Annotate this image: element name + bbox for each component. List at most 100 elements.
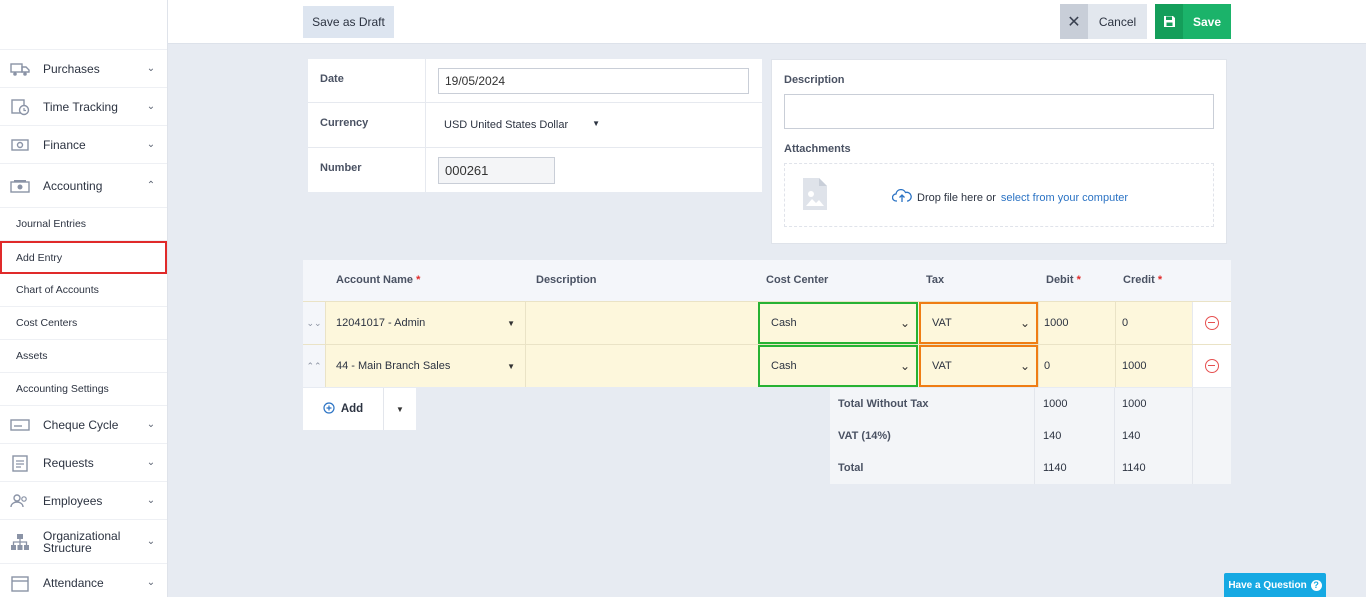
description-panel: Description Attachments Drop file here o… [771, 59, 1227, 244]
caret-down-icon: ▼ [507, 318, 515, 328]
row-description-input[interactable] [525, 302, 758, 344]
sidebar-subitem-journal-entries[interactable]: Journal Entries [0, 208, 167, 241]
cheque-icon [10, 416, 30, 434]
truck-icon [10, 60, 30, 78]
total-debit: 140 [1043, 430, 1062, 442]
number-label: Number [308, 148, 426, 192]
chevron-down-icon: ⌄ [146, 139, 156, 150]
chevron-down-icon: ⌄ [146, 101, 156, 112]
top-toolbar: Save as Draft ✕ Cancel Save [168, 0, 1366, 44]
account-select[interactable]: 12041017 - Admin ▼ [325, 302, 525, 344]
add-options-dropdown[interactable]: ▼ [384, 388, 416, 430]
users-icon [10, 492, 30, 510]
sidebar-item-cheque-cycle[interactable]: Cheque Cycle ⌄ [0, 406, 167, 444]
total-credit: 1140 [1122, 462, 1146, 474]
chevron-down-icon: ⌄ [146, 63, 156, 74]
debit-input[interactable]: 1000 [1038, 302, 1115, 344]
table-row: ⌄⌄ 12041017 - Admin ▼ Cash ⌄ VAT ⌄ 1000 0 [303, 301, 1231, 344]
file-dropzone[interactable]: Drop file here or select from your compu… [784, 163, 1214, 227]
money-icon [10, 136, 30, 154]
sidebar-item-attendance[interactable]: Attendance ⌄ [0, 564, 167, 597]
number-input[interactable]: 000261 [438, 157, 555, 184]
attachments-label: Attachments [784, 143, 851, 155]
add-row-group: Add ▼ [303, 388, 416, 430]
total-label: Total Without Tax [838, 398, 929, 410]
sidebar-item-label: Employees [43, 493, 103, 508]
save-as-draft-button[interactable]: Save as Draft [303, 6, 394, 38]
move-down-icon[interactable]: ⌄⌄ [303, 302, 325, 344]
sidebar-subitem-cost-centers[interactable]: Cost Centers [0, 307, 167, 340]
move-up-icon[interactable]: ⌃⌃ [303, 345, 325, 387]
sidebar-subitem-accounting-settings[interactable]: Accounting Settings [0, 373, 167, 406]
question-icon: ? [1310, 579, 1322, 591]
sidebar-item-employees[interactable]: Employees ⌄ [0, 482, 167, 520]
table-header: Account Name * Description Cost Center T… [303, 260, 1231, 301]
sidebar-item-label: Cheque Cycle [43, 417, 119, 432]
total-without-tax-row: Total Without Tax 1000 1000 [830, 388, 1231, 420]
remove-row-button[interactable] [1192, 345, 1231, 387]
date-input[interactable]: 19/05/2024 [438, 68, 749, 94]
caret-down-icon: ▼ [396, 404, 404, 414]
chevron-down-icon: ⌄ [146, 419, 156, 430]
sidebar-item-finance[interactable]: Finance ⌄ [0, 126, 167, 164]
credit-input[interactable]: 0 [1115, 302, 1192, 344]
save-button[interactable]: Save [1183, 4, 1231, 39]
sidebar-item-label: Requests [43, 455, 94, 470]
chevron-down-icon: ⌄ [146, 457, 156, 468]
date-label: Date [308, 59, 426, 102]
sidebar-item-time-tracking[interactable]: Time Tracking ⌄ [0, 88, 167, 126]
currency-label: Currency [308, 103, 426, 147]
sidebar: Purchases ⌄ Time Tracking ⌄ Finance ⌄ Ac… [0, 0, 168, 597]
chevron-down-icon: ⌄ [1019, 359, 1030, 373]
header-account-name: Account Name * [336, 274, 421, 286]
chevron-down-icon: ⌄ [899, 316, 910, 330]
sidebar-item-organizational-structure[interactable]: Organizational Structure ⌄ [0, 520, 167, 564]
sidebar-item-requests[interactable]: Requests ⌄ [0, 444, 167, 482]
caret-down-icon: ▼ [507, 361, 515, 371]
image-file-icon [802, 177, 828, 214]
cancel-button[interactable]: Cancel [1088, 4, 1147, 39]
sidebar-subitem-add-entry[interactable]: Add Entry [0, 241, 167, 274]
cost-center-select[interactable]: Cash ⌄ [758, 302, 918, 344]
sidebar-subitem-chart-of-accounts[interactable]: Chart of Accounts [0, 274, 167, 307]
close-icon[interactable]: ✕ [1060, 4, 1088, 39]
select-file-link[interactable]: select from your computer [1001, 192, 1128, 204]
have-a-question-button[interactable]: Have a Question ? [1224, 573, 1326, 597]
grand-total-row: Total 1140 1140 [830, 452, 1231, 484]
chevron-down-icon: ⌄ [146, 495, 156, 506]
tax-select[interactable]: VAT ⌄ [919, 302, 1038, 344]
add-row-button[interactable]: Add [303, 388, 384, 430]
credit-input[interactable]: 1000 [1115, 345, 1192, 387]
currency-select[interactable]: USD United States Dollar ▼ [438, 112, 600, 131]
row-description-input[interactable] [525, 345, 758, 387]
sidebar-item-label: Purchases [43, 61, 100, 76]
debit-input[interactable]: 0 [1038, 345, 1115, 387]
sidebar-item-purchases[interactable]: Purchases ⌄ [0, 50, 167, 88]
vat-row: VAT (14%) 140 140 [830, 420, 1231, 452]
total-debit: 1000 [1043, 398, 1068, 410]
minus-circle-icon [1205, 316, 1219, 330]
sidebar-subitem-assets[interactable]: Assets [0, 340, 167, 373]
header-debit: Debit * [1046, 274, 1081, 286]
cost-center-select[interactable]: Cash ⌄ [758, 345, 918, 387]
floppy-disk-icon[interactable] [1155, 4, 1183, 39]
date-row: Date 19/05/2024 [308, 59, 762, 103]
sidebar-item-label: Time Tracking [43, 99, 118, 114]
calendar-icon [10, 574, 30, 592]
totals-summary: Total Without Tax 1000 1000 VAT (14%) 14… [830, 388, 1231, 484]
accounting-icon [10, 177, 30, 195]
header-credit: Credit * [1123, 274, 1163, 286]
account-select[interactable]: 44 - Main Branch Sales ▼ [325, 345, 525, 387]
tax-select[interactable]: VAT ⌄ [919, 345, 1038, 387]
sidebar-item-label: Finance [43, 137, 86, 152]
clock-calendar-icon [10, 98, 30, 116]
total-credit: 1000 [1122, 398, 1147, 410]
header-cost-center: Cost Center [766, 274, 829, 286]
remove-row-button[interactable] [1192, 302, 1231, 344]
total-label: VAT (14%) [838, 430, 891, 442]
sidebar-item-accounting[interactable]: Accounting ⌃ [0, 164, 167, 208]
add-label: Add [340, 403, 364, 415]
header-description: Description [536, 274, 597, 286]
description-textarea[interactable] [784, 94, 1214, 129]
entry-details-panel: Date 19/05/2024 Currency USD United Stat… [308, 59, 762, 192]
